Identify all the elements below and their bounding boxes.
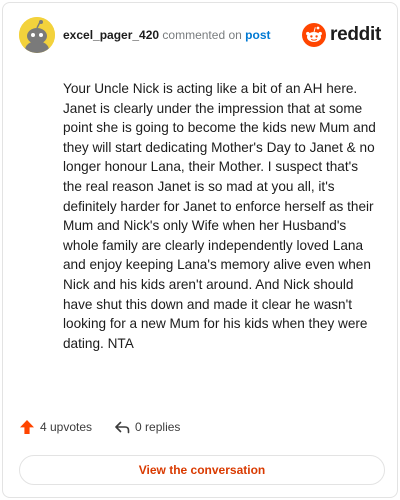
- user-avatar[interactable]: [19, 17, 55, 53]
- replies-count: 0 replies: [135, 420, 181, 434]
- snoo-avatar-icon: [19, 17, 55, 53]
- reddit-logo[interactable]: reddit: [302, 23, 381, 47]
- reddit-snoo-icon: [302, 23, 327, 47]
- upvotes-stat[interactable]: 4 upvotes: [19, 419, 92, 435]
- post-link[interactable]: post: [245, 28, 270, 42]
- upvotes-count: 4 upvotes: [40, 420, 93, 434]
- comment-stats: 4 upvotes 0 replies: [19, 419, 180, 435]
- comment-header: excel_pager_420 commented on post reddit: [19, 17, 381, 53]
- upvote-arrow-icon: [20, 420, 34, 434]
- replies-stat[interactable]: 0 replies: [114, 419, 180, 435]
- reply-arrow-icon: [115, 421, 130, 434]
- commented-on-text: commented on: [162, 28, 242, 42]
- view-conversation-button[interactable]: View the conversation: [19, 455, 385, 485]
- byline: excel_pager_420 commented on post: [63, 28, 271, 42]
- username[interactable]: excel_pager_420: [63, 28, 159, 42]
- reddit-wordmark: reddit: [330, 24, 381, 45]
- comment-card: excel_pager_420 commented on post reddit…: [2, 2, 398, 498]
- comment-body: Your Uncle Nick is acting like a bit of …: [63, 81, 376, 351]
